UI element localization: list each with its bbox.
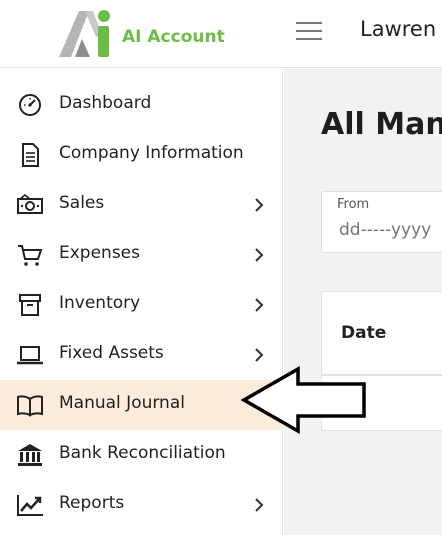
sidebar: Dashboard Company Information Sales Expe… (0, 69, 283, 535)
sidebar-item-label: Manual Journal (59, 393, 185, 413)
chevron-right-icon (255, 498, 264, 512)
book-icon (17, 395, 43, 417)
laptop-icon (17, 346, 43, 365)
sidebar-item-expenses[interactable]: Expenses (0, 230, 283, 280)
table-header: Date (322, 292, 442, 376)
from-date-filter[interactable]: From (321, 191, 442, 253)
trend-chart-icon (17, 495, 43, 516)
from-date-input[interactable] (339, 220, 442, 240)
chevron-right-icon (255, 348, 264, 362)
document-icon (22, 143, 39, 167)
from-label: From (337, 197, 370, 212)
cart-icon (18, 245, 43, 266)
sidebar-item-bank-reconciliation[interactable]: Bank Reconciliation (0, 430, 283, 480)
ai-logo-icon[interactable] (55, 7, 115, 59)
sidebar-item-label: Inventory (59, 293, 141, 313)
user-name[interactable]: Lawren (360, 17, 436, 41)
sidebar-item-label: Fixed Assets (59, 343, 164, 363)
sidebar-item-label: Dashboard (59, 93, 152, 113)
sidebar-item-label: Reports (59, 493, 125, 513)
chevron-right-icon (255, 298, 264, 312)
chevron-right-icon (255, 248, 264, 262)
sidebar-item-inventory[interactable]: Inventory (0, 280, 283, 330)
sidebar-item-label: Sales (59, 193, 105, 213)
bank-icon (18, 444, 42, 466)
sidebar-item-label: Expenses (59, 243, 140, 263)
main-content: All Manu From Date (284, 69, 442, 535)
page-title: All Manu (321, 107, 442, 142)
sidebar-item-reports[interactable]: Reports (0, 480, 283, 530)
sidebar-item-company-information[interactable]: Company Information (0, 130, 283, 180)
brand-name: AI Account (122, 27, 225, 47)
top-header: AI Account Lawren (0, 0, 442, 68)
menu-toggle-icon[interactable] (296, 22, 322, 42)
archive-box-icon (19, 294, 41, 316)
dashboard-gauge-icon (19, 94, 41, 116)
sidebar-item-label: Company Information (59, 143, 244, 163)
sidebar-item-dashboard[interactable]: Dashboard (0, 80, 283, 130)
pointer-arrow-icon (240, 366, 366, 434)
money-icon (17, 193, 43, 214)
chevron-right-icon (255, 198, 264, 212)
sidebar-item-label: Bank Reconciliation (59, 443, 226, 463)
sidebar-item-sales[interactable]: Sales (0, 180, 283, 230)
column-header-date[interactable]: Date (341, 323, 386, 343)
